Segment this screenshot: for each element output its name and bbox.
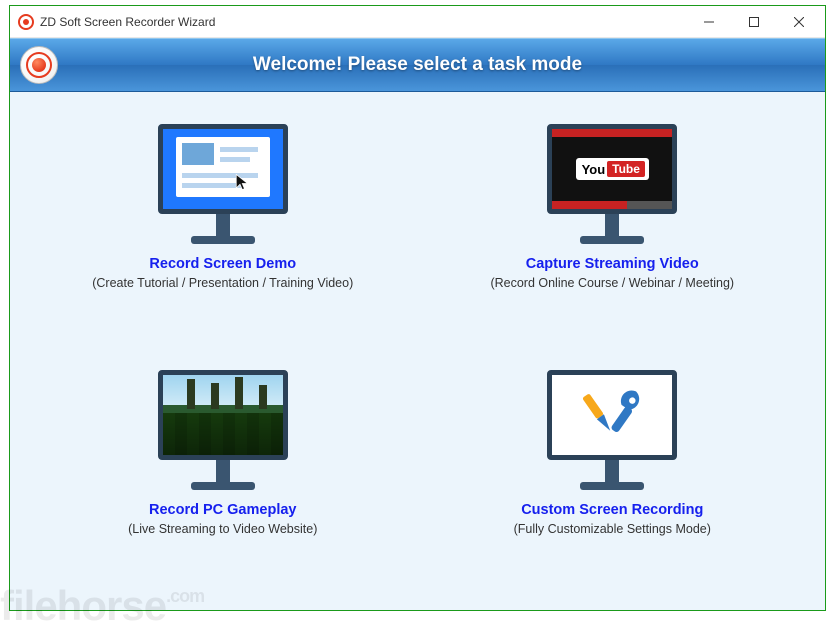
close-button[interactable]: [776, 7, 821, 37]
task-title: Record PC Gameplay: [149, 502, 296, 518]
titlebar: ZD Soft Screen Recorder Wizard: [10, 6, 825, 38]
monitor-icon: [150, 124, 296, 246]
task-custom-screen-recording[interactable]: Custom Screen Recording (Fully Customiza…: [430, 364, 796, 592]
tools-icon: [577, 385, 647, 445]
maximize-button[interactable]: [731, 7, 776, 37]
task-subtitle: (Live Streaming to Video Website): [128, 522, 317, 536]
record-icon: [20, 46, 58, 84]
header-title: Welcome! Please select a task mode: [72, 54, 763, 76]
window-title: ZD Soft Screen Recorder Wizard: [40, 15, 686, 29]
monitor-icon: [150, 370, 296, 492]
youtube-icon: YouTube: [576, 158, 649, 180]
task-subtitle: (Record Online Course / Webinar / Meetin…: [490, 276, 734, 290]
task-record-screen-demo[interactable]: Record Screen Demo (Create Tutorial / Pr…: [40, 118, 406, 346]
task-grid: Record Screen Demo (Create Tutorial / Pr…: [10, 92, 825, 610]
header-banner: Welcome! Please select a task mode: [10, 38, 825, 92]
task-capture-streaming-video[interactable]: YouTube Capture Streaming Video (Record …: [430, 118, 796, 346]
task-title: Custom Screen Recording: [521, 502, 703, 518]
minimize-button[interactable]: [686, 7, 731, 37]
monitor-icon: YouTube: [539, 124, 685, 246]
task-subtitle: (Create Tutorial / Presentation / Traini…: [92, 276, 353, 290]
app-window: ZD Soft Screen Recorder Wizard Welcome! …: [9, 5, 826, 611]
task-record-pc-gameplay[interactable]: Record PC Gameplay (Live Streaming to Vi…: [40, 364, 406, 592]
task-title: Capture Streaming Video: [526, 256, 699, 272]
monitor-icon: [539, 370, 685, 492]
window-controls: [686, 7, 821, 37]
task-title: Record Screen Demo: [149, 256, 296, 272]
cursor-icon: [234, 173, 252, 191]
app-icon: [18, 14, 34, 30]
task-subtitle: (Fully Customizable Settings Mode): [514, 522, 711, 536]
